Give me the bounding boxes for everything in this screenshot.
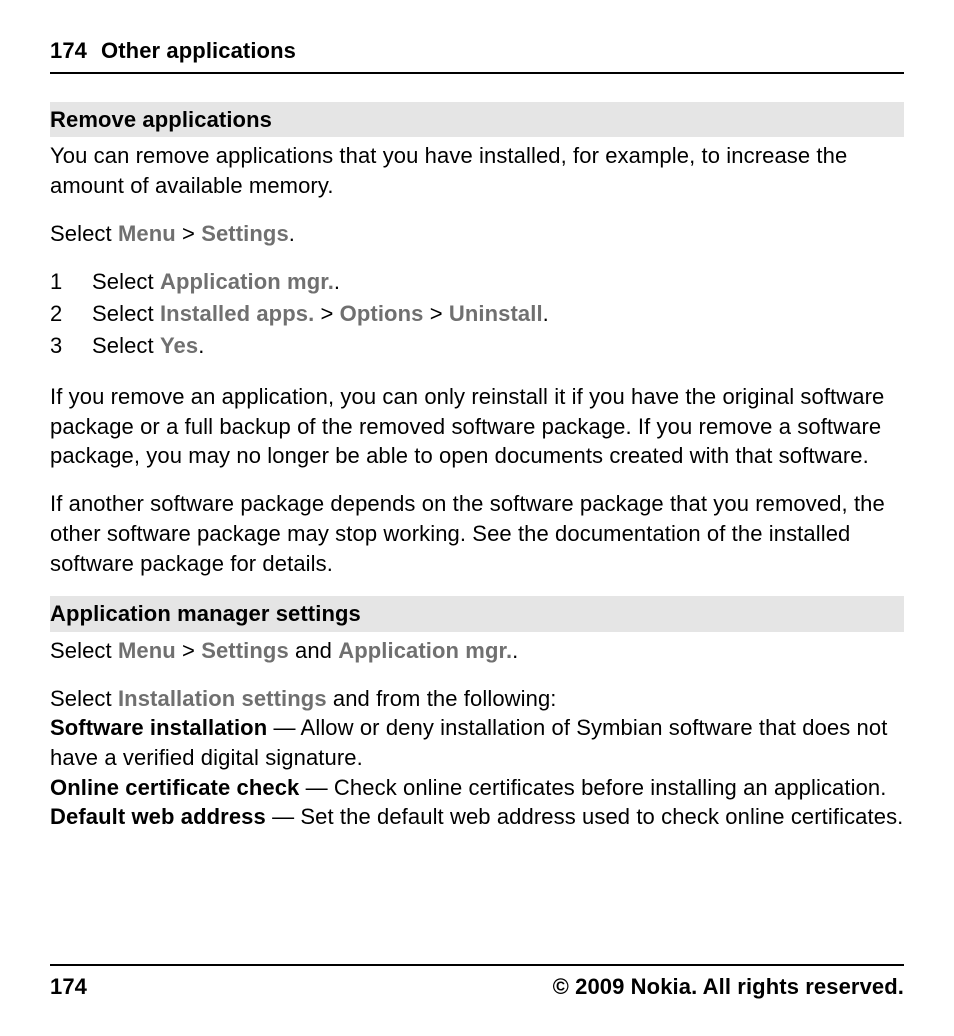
separator-gt: >: [176, 638, 201, 663]
step-content: Select Yes.: [92, 330, 204, 362]
header-page-number: 174: [50, 38, 87, 63]
text-select: Select: [50, 686, 118, 711]
setting-software-installation: Software installation — Allow or deny in…: [50, 713, 904, 772]
step-period: .: [543, 301, 549, 326]
remove-steps-list: 1 Select Application mgr.. 2 Select Inst…: [50, 266, 904, 362]
installation-settings-label: Installation settings: [118, 686, 327, 711]
menu-label: Menu: [118, 638, 176, 663]
step-content: Select Installed apps. > Options > Unins…: [92, 298, 549, 330]
appmgr-line-1: Select Menu > Settings and Application m…: [50, 636, 904, 666]
appmgr-settings-block: Select Installation settings and from th…: [50, 684, 904, 832]
step-2: 2 Select Installed apps. > Options > Uni…: [50, 298, 904, 330]
yes-label: Yes: [160, 333, 198, 358]
footer-page-number: 174: [50, 972, 87, 1002]
text-select: Select: [50, 221, 118, 246]
text-and: and: [289, 638, 338, 663]
period: .: [512, 638, 518, 663]
remove-select-line: Select Menu > Settings.: [50, 219, 904, 249]
settings-label: Settings: [201, 638, 289, 663]
setting-desc: — Set the default web address used to ch…: [266, 804, 904, 829]
step-text: Select: [92, 269, 160, 294]
text-select: Select: [50, 638, 118, 663]
step-1: 1 Select Application mgr..: [50, 266, 904, 298]
period: .: [289, 221, 295, 246]
setting-online-cert-check: Online certificate check — Check online …: [50, 773, 904, 803]
section-heading-remove: Remove applications: [50, 102, 904, 138]
setting-desc: — Check online certificates before insta…: [299, 775, 886, 800]
uninstall-label: Uninstall: [449, 301, 543, 326]
section-heading-appmgr: Application manager settings: [50, 596, 904, 632]
step-number: 1: [50, 266, 64, 298]
setting-default-web-address: Default web address — Set the default we…: [50, 802, 904, 832]
page-footer: 174 © 2009 Nokia. All rights reserved.: [50, 964, 904, 1002]
separator-gt: >: [314, 301, 339, 326]
step-3: 3 Select Yes.: [50, 330, 904, 362]
setting-term: Software installation: [50, 715, 267, 740]
application-mgr-label: Application mgr.: [338, 638, 512, 663]
remove-intro: You can remove applications that you hav…: [50, 141, 904, 200]
setting-term: Default web address: [50, 804, 266, 829]
application-mgr-label: Application mgr.: [160, 269, 334, 294]
step-period: .: [198, 333, 204, 358]
step-period: .: [334, 269, 340, 294]
step-content: Select Application mgr..: [92, 266, 340, 298]
section-heading-remove-text: Remove applications: [50, 107, 272, 132]
settings-label: Settings: [201, 221, 289, 246]
section-heading-appmgr-text: Application manager settings: [50, 601, 361, 626]
menu-label: Menu: [118, 221, 176, 246]
footer-copyright: © 2009 Nokia. All rights reserved.: [553, 972, 904, 1002]
page-header: 174 Other applications: [50, 36, 904, 74]
appmgr-line-2: Select Installation settings and from th…: [50, 684, 904, 714]
step-text: Select: [92, 301, 160, 326]
options-label: Options: [340, 301, 424, 326]
separator-gt: >: [176, 221, 201, 246]
remove-para-1: If you remove an application, you can on…: [50, 382, 904, 471]
setting-term: Online certificate check: [50, 775, 299, 800]
text-following: and from the following:: [327, 686, 557, 711]
step-number: 3: [50, 330, 64, 362]
installed-apps-label: Installed apps.: [160, 301, 314, 326]
separator-gt: >: [423, 301, 448, 326]
remove-para-2: If another software package depends on t…: [50, 489, 904, 578]
step-number: 2: [50, 298, 64, 330]
header-chapter-title: Other applications: [101, 38, 296, 63]
step-text: Select: [92, 333, 160, 358]
page-body: 174 Other applications Remove application…: [0, 0, 954, 832]
